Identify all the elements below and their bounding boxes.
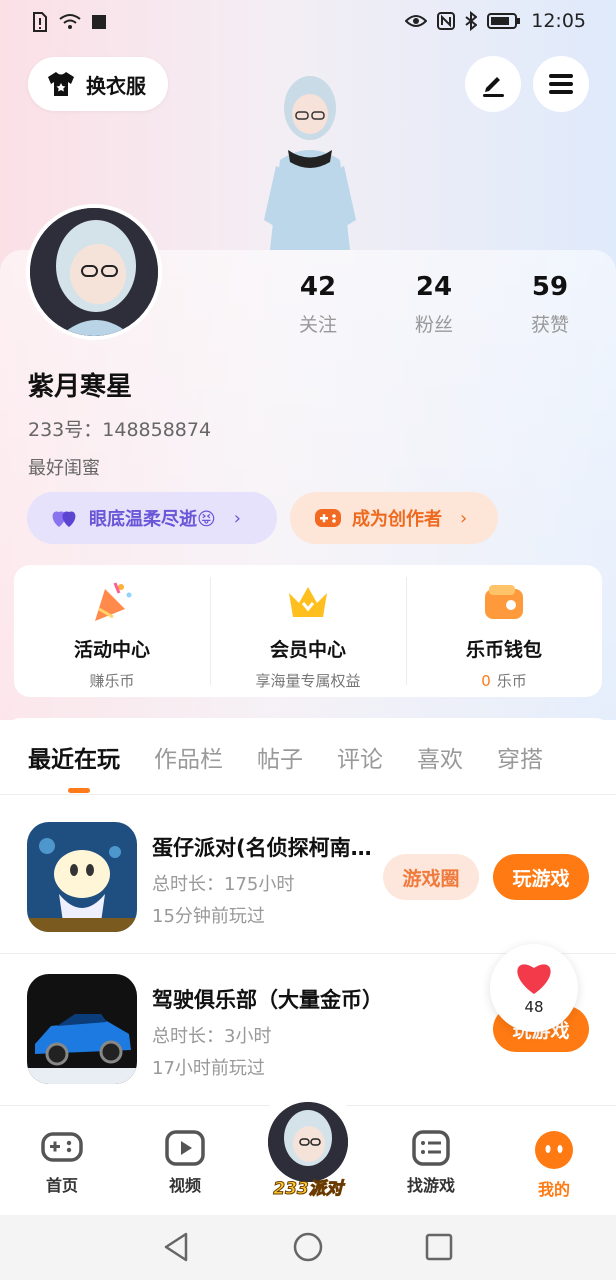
menu-icon: [549, 74, 573, 94]
mine-face-icon: [535, 1131, 573, 1169]
wallet-entry[interactable]: 乐币钱包 0 乐币: [406, 565, 602, 697]
game-icon: [27, 822, 137, 932]
recent-apps-icon[interactable]: [424, 1231, 454, 1263]
service-subtitle: 赚乐币: [89, 672, 135, 690]
service-title: 活动中心: [73, 639, 150, 661]
profile-tabs: 最近在玩 作品栏 帖子 评论 喜欢 穿搭: [28, 740, 577, 793]
nav-party-center[interactable]: [268, 1102, 348, 1182]
stat-following[interactable]: 42 关注: [260, 272, 376, 337]
nav-label: 视频: [168, 1176, 201, 1195]
profile-stats: 42 关注 24 粉丝 59 获赞: [260, 272, 610, 337]
notification-square-icon: [92, 15, 106, 29]
party-logo-label: 233派对: [273, 1179, 344, 1200]
wallet-icon: [485, 585, 523, 619]
user-id[interactable]: 233号：148858874: [28, 415, 211, 442]
stat-fans[interactable]: 24 粉丝: [376, 272, 492, 337]
chevron-right-icon: ›: [233, 507, 241, 529]
clock: 12:05: [531, 10, 586, 32]
stat-label: 关注: [298, 314, 337, 336]
coin-balance: 0: [481, 672, 491, 690]
home-icon[interactable]: [292, 1231, 324, 1263]
member-center-entry[interactable]: 会员中心 享海量专属权益: [210, 565, 406, 697]
tab-posts[interactable]: 帖子: [257, 740, 303, 774]
stat-label: 粉丝: [414, 314, 453, 336]
nav-find-games[interactable]: 找游戏: [386, 1130, 476, 1196]
divider: [0, 794, 616, 795]
game-row[interactable]: 蛋仔派对(名侦探柯南联动) 总时长：175小时 15分钟前玩过 游戏圈 玩游戏: [0, 822, 616, 952]
video-play-icon: [165, 1130, 205, 1166]
sim-alert-icon: [33, 12, 47, 32]
tab-likes[interactable]: 喜欢: [417, 740, 463, 774]
become-creator-button[interactable]: 成为创作者 ›: [290, 492, 498, 544]
nav-label: 首页: [45, 1176, 78, 1195]
tab-works[interactable]: 作品栏: [154, 740, 223, 774]
eye-comfort-icon: [405, 15, 428, 27]
services-card: 活动中心 赚乐币 会员中心 享海量专属权益 乐币钱包 0 乐币: [14, 565, 602, 697]
racing-car-image: [27, 974, 137, 1084]
menu-button[interactable]: [533, 56, 589, 112]
tab-comments[interactable]: 评论: [337, 740, 383, 774]
last-played: 15分钟前玩过: [152, 906, 265, 927]
gamepad-icon: [41, 1132, 83, 1162]
nav-label: 我的: [537, 1180, 570, 1199]
game-title: 驾驶俱乐部（大量金币）: [152, 988, 383, 1012]
game-icon: [27, 974, 137, 1084]
coin-unit: 乐币: [496, 672, 527, 690]
stat-value: 42: [299, 272, 337, 302]
bluetooth-icon: [465, 11, 478, 31]
chevron-right-icon: ›: [460, 507, 468, 529]
profile-avatar[interactable]: [26, 204, 162, 340]
like-count: 48: [524, 998, 544, 1016]
heart-icon: [517, 964, 551, 994]
back-icon[interactable]: [162, 1231, 190, 1263]
play-game-button[interactable]: 玩游戏: [493, 854, 589, 900]
list-icon: [412, 1130, 450, 1166]
stat-likes[interactable]: 59 获赞: [492, 272, 608, 337]
tab-outfits[interactable]: 穿搭: [497, 740, 543, 774]
party-avatar-image: [268, 1102, 348, 1182]
stat-value: 59: [531, 272, 569, 302]
nav-video[interactable]: 视频: [140, 1130, 230, 1196]
gamepad-icon: [315, 509, 341, 527]
battery-icon: [487, 13, 521, 29]
avatar-image: [30, 208, 158, 336]
service-subtitle: 0 乐币: [481, 670, 527, 691]
mood-label: 眼底温柔尽逝😝: [89, 509, 216, 530]
avatar-character-image[interactable]: [240, 70, 380, 250]
service-subtitle: 享海量专属权益: [255, 672, 361, 690]
service-title: 会员中心: [269, 639, 346, 661]
play-duration: 总时长：3小时: [152, 1026, 272, 1047]
game-circle-button[interactable]: 游戏圈: [383, 854, 479, 900]
play-duration: 总时长：175小时: [152, 874, 295, 895]
nav-mine[interactable]: 我的: [509, 1130, 599, 1200]
nfc-icon: [437, 12, 456, 30]
party-popper-icon: [95, 582, 132, 621]
change-outfit-label: 换衣服: [86, 73, 146, 98]
change-outfit-button[interactable]: 换衣服: [28, 57, 168, 111]
pen-icon: [483, 77, 504, 97]
user-bio: 最好闺蜜: [28, 458, 100, 479]
activity-center-entry[interactable]: 活动中心 赚乐币: [14, 565, 210, 697]
wifi-icon: [59, 14, 81, 29]
hearts-icon: [52, 511, 76, 527]
nav-label: 找游戏: [406, 1176, 455, 1195]
stat-value: 24: [415, 272, 453, 302]
mood-status-button[interactable]: 眼底温柔尽逝😝 ›: [27, 492, 277, 544]
creator-label: 成为创作者: [352, 509, 442, 530]
last-played: 17小时前玩过: [152, 1058, 265, 1079]
service-title: 乐币钱包: [465, 639, 542, 661]
status-bar: 12:05: [0, 0, 616, 46]
floating-like-button[interactable]: 48: [490, 944, 578, 1032]
eggy-party-image: [27, 822, 137, 932]
crown-icon: [289, 587, 327, 617]
tab-recently-played[interactable]: 最近在玩: [28, 740, 120, 793]
game-title: 蛋仔派对(名侦探柯南联动): [152, 836, 376, 860]
nav-home[interactable]: 首页: [17, 1130, 107, 1196]
stat-label: 获赞: [530, 314, 569, 336]
username: 紫月寒星: [28, 372, 133, 402]
shirt-icon: [48, 72, 74, 96]
edit-profile-button[interactable]: [465, 56, 521, 112]
